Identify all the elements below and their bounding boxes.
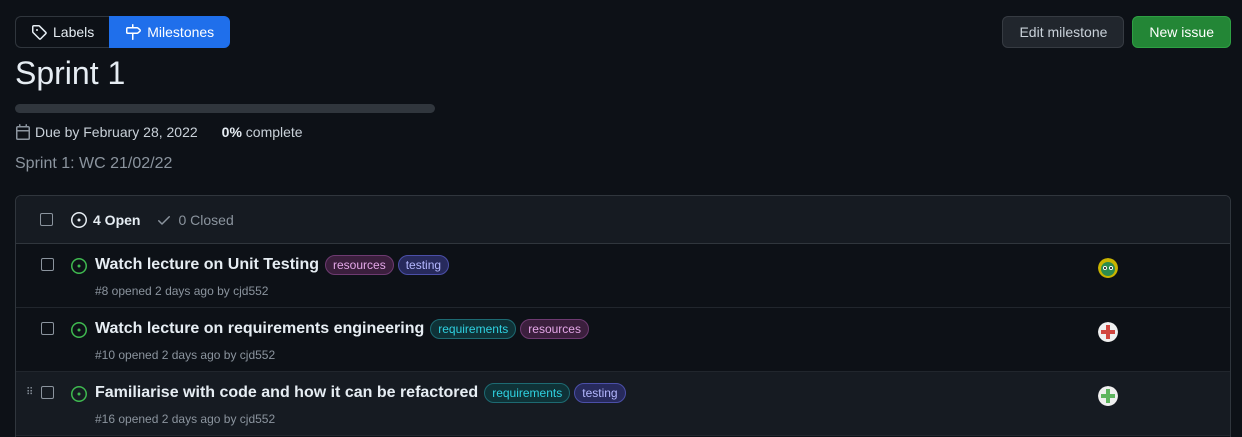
issue-checkbox[interactable] bbox=[41, 258, 54, 271]
issue-state-filters: 4 Open 0 Closed bbox=[71, 211, 234, 228]
issues-list-header: 4 Open 0 Closed bbox=[16, 196, 1230, 244]
milestone-actions: Edit milestone New issue bbox=[1002, 16, 1231, 48]
issue-title-link[interactable]: Watch lecture on Unit Testing bbox=[95, 256, 319, 274]
issue-title-line: Familiarise with code and how it can be … bbox=[95, 383, 626, 403]
label-resources[interactable]: resources bbox=[520, 319, 589, 339]
due-date: Due by February 28, 2022 bbox=[35, 124, 198, 140]
label-requirements[interactable]: requirements bbox=[430, 319, 517, 339]
issue-checkbox[interactable] bbox=[41, 386, 54, 399]
milestone-description: Sprint 1: WC 21/02/22 bbox=[15, 155, 173, 172]
label-requirements[interactable]: requirements bbox=[484, 383, 571, 403]
milestones-tab-label: Milestones bbox=[147, 24, 215, 40]
issue-checkbox[interactable] bbox=[41, 322, 54, 335]
issue-row[interactable]: Watch lecture on Unit Testing resources te… bbox=[16, 244, 1230, 308]
issue-meta: #8 opened 2 days ago by cjd552 bbox=[95, 284, 269, 298]
issue-title-link[interactable]: Watch lecture on requirements engineerin… bbox=[95, 320, 424, 338]
issue-row[interactable]: ⠿ Familiarise with code and how it can be… bbox=[16, 372, 1230, 436]
label-resources[interactable]: resources bbox=[325, 255, 394, 275]
milestone-meta: Due by February 28, 2022 0% complete bbox=[15, 124, 303, 140]
issue-opened-icon bbox=[71, 322, 87, 338]
check-icon bbox=[158, 215, 171, 225]
percent-value: 0% bbox=[221, 124, 242, 140]
issues-list: 4 Open 0 Closed Watch lecture on Unit Te… bbox=[15, 195, 1231, 437]
issue-title-link[interactable]: Familiarise with code and how it can be … bbox=[95, 384, 478, 402]
milestone-title: Sprint 1 bbox=[15, 55, 126, 91]
label-testing[interactable]: testing bbox=[574, 383, 626, 403]
select-all-checkbox[interactable] bbox=[40, 213, 53, 226]
issue-opened-icon bbox=[71, 258, 87, 274]
issue-rows: Watch lecture on Unit Testing resources te… bbox=[16, 244, 1230, 436]
issue-title-line: Watch lecture on requirements engineerin… bbox=[95, 319, 589, 339]
complete-label: complete bbox=[245, 124, 303, 140]
issue-open-icon bbox=[71, 211, 87, 228]
tag-icon bbox=[32, 25, 47, 40]
edit-milestone-button[interactable]: Edit milestone bbox=[1002, 16, 1125, 48]
assignee-avatar[interactable] bbox=[1098, 258, 1118, 278]
calendar-icon bbox=[16, 124, 30, 140]
closed-issues-filter[interactable]: 0 Closed bbox=[156, 211, 234, 228]
labels-tab[interactable]: Labels bbox=[15, 16, 110, 48]
percent-complete: 0% complete bbox=[222, 124, 303, 140]
closed-count: 0 Closed bbox=[178, 211, 234, 228]
milestone-progress-bar bbox=[15, 104, 435, 113]
labels-milestones-nav: Labels Milestones bbox=[15, 16, 231, 48]
milestone-page: Labels Milestones Edit milestone New iss… bbox=[0, 0, 1242, 437]
issue-title-line: Watch lecture on Unit Testing resources te… bbox=[95, 255, 450, 275]
label-testing[interactable]: testing bbox=[397, 255, 450, 275]
assignee-avatar[interactable] bbox=[1098, 386, 1118, 406]
labels-tab-label: Labels bbox=[53, 24, 95, 40]
milestone-icon bbox=[126, 24, 142, 40]
milestones-tab[interactable]: Milestones bbox=[109, 16, 231, 48]
assignee-avatar[interactable] bbox=[1098, 322, 1118, 342]
issue-meta: #10 opened 2 days ago by cjd552 bbox=[95, 348, 276, 362]
new-issue-button[interactable]: New issue bbox=[1132, 16, 1231, 48]
issue-opened-icon bbox=[71, 386, 87, 402]
issue-row[interactable]: Watch lecture on requirements engineerin… bbox=[16, 308, 1230, 372]
issue-meta: #16 opened 2 days ago by cjd552 bbox=[95, 412, 276, 426]
open-issues-filter[interactable]: 4 Open bbox=[71, 211, 141, 228]
drag-handle-icon[interactable]: ⠿ bbox=[26, 387, 33, 398]
open-count: 4 Open bbox=[93, 211, 141, 228]
